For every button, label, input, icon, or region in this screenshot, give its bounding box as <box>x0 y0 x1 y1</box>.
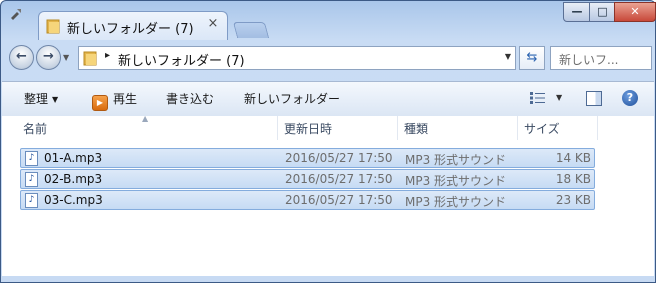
close-button[interactable]: ✕ <box>614 2 656 22</box>
command-bar: 整理 ▼ ▶ 再生 書き込む 新しいフォルダー ▼ ? <box>2 81 654 117</box>
table-row[interactable]: ♪ 03-C.mp3 2016/05/27 17:50 MP3 形式サウンド 2… <box>20 190 595 210</box>
refresh-icon: ⇆ <box>526 50 538 65</box>
file-type: MP3 形式サウンド <box>405 195 507 209</box>
chevron-down-icon: ▼ <box>52 95 59 104</box>
preview-pane-icon[interactable] <box>586 91 602 106</box>
column-size[interactable]: サイズ <box>524 120 560 137</box>
maximize-button[interactable]: □ <box>589 2 616 22</box>
view-options-icon[interactable] <box>530 92 546 104</box>
refresh-button[interactable]: ⇆ <box>519 46 545 70</box>
burn-button[interactable]: 書き込む <box>166 90 214 107</box>
search-placeholder: 新しいフ... <box>559 53 619 67</box>
forward-arrow-icon: → <box>43 49 54 64</box>
column-divider[interactable] <box>517 116 518 140</box>
file-type: MP3 形式サウンド <box>405 153 507 167</box>
minimize-button[interactable]: — <box>563 2 591 22</box>
table-row[interactable]: ♪ 01-A.mp3 2016/05/27 17:50 MP3 形式サウンド 1… <box>20 148 595 168</box>
audio-file-icon: ♪ <box>25 172 38 187</box>
tab-title: 新しいフォルダー (7) <box>67 22 194 37</box>
new-folder-button[interactable]: 新しいフォルダー <box>244 90 340 107</box>
column-name[interactable]: 名前 <box>23 120 47 137</box>
back-button[interactable]: ← <box>9 45 34 70</box>
organize-button[interactable]: 整理 ▼ <box>24 90 58 107</box>
forward-button[interactable]: → <box>36 45 61 70</box>
column-divider[interactable] <box>597 116 598 140</box>
file-name: 01-A.mp3 <box>44 151 103 165</box>
column-date[interactable]: 更新日時 <box>284 120 332 137</box>
view-dropdown-icon[interactable]: ▼ <box>556 93 562 102</box>
column-divider[interactable] <box>397 116 398 140</box>
audio-file-icon: ♪ <box>25 151 38 166</box>
play-button[interactable]: ▶ 再生 <box>92 90 137 111</box>
breadcrumb-separator-icon[interactable]: ▸ <box>105 50 110 61</box>
file-date: 2016/05/27 17:50 <box>285 151 393 165</box>
file-size: 18 KB <box>555 172 591 186</box>
audio-file-icon: ♪ <box>25 193 38 208</box>
back-arrow-icon: ← <box>16 49 27 64</box>
file-name: 03-C.mp3 <box>44 193 103 207</box>
file-type: MP3 形式サウンド <box>405 174 507 188</box>
play-icon: ▶ <box>92 95 108 111</box>
tab-close-icon[interactable]: × <box>205 16 221 32</box>
address-bar[interactable]: ▸ 新しいフォルダー (7) ▼ <box>78 46 516 70</box>
sort-up-icon: ▲ <box>142 114 149 123</box>
folder-icon <box>83 51 97 66</box>
explorer-window: 新しいフォルダー (7) × — □ ✕ ← → ▼ ▸ 新しいフォルダー (7… <box>0 0 656 283</box>
file-date: 2016/05/27 17:50 <box>285 172 393 186</box>
new-tab-button[interactable] <box>232 22 270 38</box>
search-input[interactable]: 新しいフ... <box>550 46 652 70</box>
address-dropdown-icon[interactable]: ▼ <box>505 52 511 61</box>
file-list: ▲ 名前 更新日時 種類 サイズ ♪ 01-A.mp3 2016/05/27 1… <box>2 114 654 276</box>
file-date: 2016/05/27 17:50 <box>285 193 393 207</box>
file-name: 02-B.mp3 <box>44 172 103 186</box>
column-type[interactable]: 種類 <box>404 120 428 137</box>
file-size: 14 KB <box>555 151 591 165</box>
file-size: 23 KB <box>555 193 591 207</box>
folder-icon <box>46 19 60 34</box>
history-dropdown-icon[interactable]: ▼ <box>63 53 69 62</box>
system-menu-icon[interactable] <box>8 6 24 22</box>
column-divider[interactable] <box>277 116 278 140</box>
tab-folder[interactable]: 新しいフォルダー (7) × <box>38 11 228 40</box>
breadcrumb-folder[interactable]: 新しいフォルダー (7) <box>118 50 245 69</box>
table-row[interactable]: ♪ 02-B.mp3 2016/05/27 17:50 MP3 形式サウンド 1… <box>20 169 595 189</box>
help-icon[interactable]: ? <box>622 90 638 106</box>
